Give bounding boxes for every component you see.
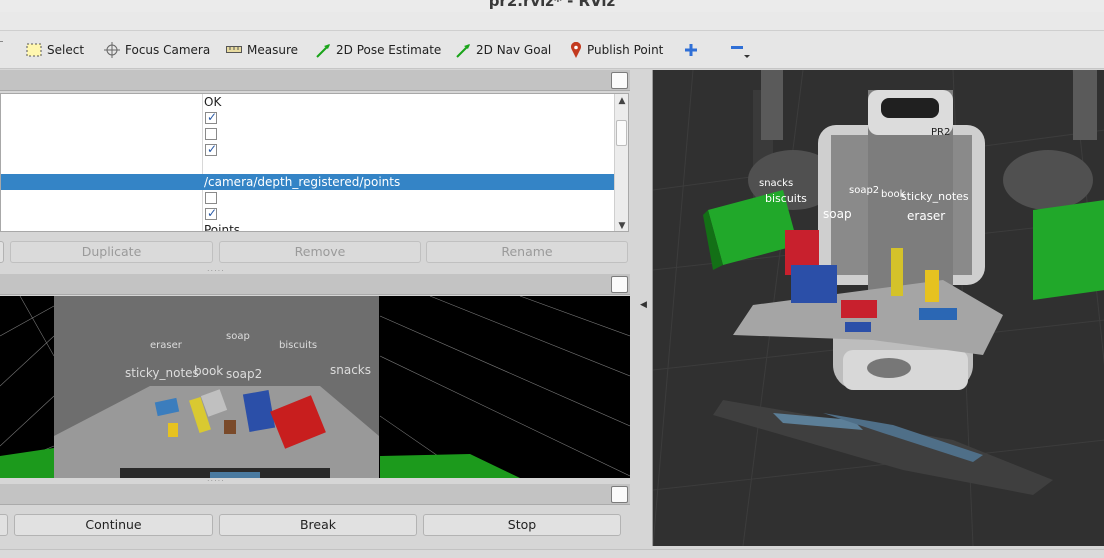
image-panel-float-button[interactable]	[611, 276, 628, 293]
option-checkbox[interactable]	[205, 192, 217, 204]
displays-panel-header	[0, 70, 630, 91]
select-tool[interactable]: Select	[26, 41, 84, 59]
tree-row[interactable]: ✓	[1, 142, 615, 158]
add-tool-button[interactable]	[684, 41, 698, 59]
tree-row[interactable]	[1, 158, 615, 174]
tools-toolbar: Select Focus Camera Measure 2D Pose Esti…	[0, 31, 1104, 69]
interact-tool-edge[interactable]	[0, 41, 3, 59]
publish-point-label: Publish Point	[587, 43, 664, 57]
map-pin-icon	[571, 41, 581, 58]
tree-scrollbar[interactable]: ▲ ▼	[614, 94, 628, 231]
tree-row[interactable]: ✓	[1, 206, 615, 222]
image-panel-header	[0, 274, 630, 295]
add-display-button[interactable]	[0, 241, 4, 263]
enabled-checkbox[interactable]: ✓	[205, 110, 218, 124]
tree-row[interactable]: OK	[1, 94, 615, 110]
select-icon	[26, 43, 42, 57]
camera-label-biscuits: biscuits	[279, 340, 317, 351]
checkmark-icon: ✓	[207, 206, 218, 220]
status-value: OK	[204, 95, 222, 109]
splitter-handle[interactable]: .....	[207, 474, 225, 483]
camera-label-sticky-notes: sticky_notes	[125, 366, 199, 380]
robot-label-pr2: PR2	[931, 127, 950, 138]
pose-estimate-label: 2D Pose Estimate	[336, 43, 442, 57]
window-title: pr2.rviz* - RViz	[488, 0, 616, 10]
tree-row[interactable]: Points	[1, 222, 615, 232]
pause-button[interactable]	[0, 514, 8, 536]
collapse-dock-arrow-icon[interactable]: ◀	[640, 300, 647, 310]
scene-label-eraser: eraser	[907, 209, 945, 223]
break-button[interactable]: Break	[219, 514, 417, 536]
plus-icon	[685, 44, 697, 56]
camera-image: eraser soap biscuits sticky_notes book s…	[0, 296, 630, 478]
tree-row-selected[interactable]: /camera/depth_registered/points	[1, 174, 615, 190]
time-panel-header	[0, 484, 630, 505]
remove-button[interactable]: Remove	[219, 241, 421, 263]
ruler-icon	[226, 46, 242, 53]
minus-icon	[731, 46, 750, 58]
scroll-down-arrow-icon[interactable]: ▼	[617, 221, 627, 231]
topic-value[interactable]: /camera/depth_registered/points	[204, 174, 400, 190]
enabled-checkbox[interactable]	[205, 128, 217, 140]
displays-panel-float-button[interactable]	[611, 72, 628, 89]
style-value: Points	[204, 223, 241, 232]
splitter-handle[interactable]: .....	[207, 264, 225, 273]
camera-image-view[interactable]: eraser soap biscuits sticky_notes book s…	[0, 296, 630, 478]
2d-nav-goal-tool[interactable]: 2D Nav Goal	[456, 41, 551, 59]
checkmark-icon: ✓	[207, 142, 218, 156]
scene-label-soap2: soap2	[849, 185, 879, 196]
publish-point-tool[interactable]: Publish Point	[570, 41, 663, 59]
status-bar	[0, 549, 1104, 558]
option-checkbox[interactable]: ✓	[205, 206, 218, 220]
scrollbar-thumb[interactable]	[616, 120, 627, 146]
scene-label-sticky-notes: sticky_notes	[901, 190, 969, 203]
stop-button[interactable]: Stop	[423, 514, 621, 536]
tree-row[interactable]: ✓	[1, 110, 615, 126]
scene-label-soap: soap	[823, 207, 852, 221]
remove-tool-button[interactable]	[730, 41, 750, 59]
nav-goal-label: 2D Nav Goal	[476, 43, 552, 57]
focus-camera-icon	[104, 42, 120, 58]
measure-label: Measure	[247, 43, 298, 57]
tree-row[interactable]	[1, 126, 615, 142]
measure-tool[interactable]: Measure	[226, 41, 298, 59]
nav-goal-arrow-icon	[456, 43, 470, 58]
window-titlebar: pr2.rviz* - RViz	[0, 0, 1104, 12]
camera-label-eraser: eraser	[150, 340, 183, 351]
camera-label-book: book	[194, 364, 223, 378]
select-tool-label: Select	[47, 43, 85, 57]
menu-bar	[0, 12, 1104, 31]
pose-arrow-icon	[316, 43, 330, 58]
time-panel-float-button[interactable]	[611, 486, 628, 503]
scene-label-biscuits: biscuits	[765, 192, 807, 205]
displays-tree: OK ✓ ✓ /camera/depth_registered/points ✓…	[0, 93, 629, 232]
3d-scene: PR2 snacks biscuits soap soap2 book stic…	[653, 70, 1104, 546]
camera-label-soap: soap	[226, 331, 250, 342]
duplicate-button[interactable]: Duplicate	[10, 241, 213, 263]
enabled-checkbox[interactable]: ✓	[205, 142, 218, 156]
focus-camera-tool[interactable]: Focus Camera	[104, 41, 210, 59]
2d-pose-estimate-tool[interactable]: 2D Pose Estimate	[316, 41, 441, 59]
tree-row[interactable]	[1, 190, 615, 206]
scene-label-snacks: snacks	[759, 178, 793, 189]
rename-button[interactable]: Rename	[426, 241, 628, 263]
camera-label-snacks: snacks	[330, 363, 371, 377]
continue-button[interactable]: Continue	[14, 514, 213, 536]
left-dock: OK ✓ ✓ /camera/depth_registered/points ✓…	[0, 70, 640, 558]
scroll-up-arrow-icon[interactable]: ▲	[617, 96, 627, 106]
camera-label-soap2: soap2	[226, 367, 262, 381]
checkmark-icon: ✓	[207, 110, 218, 124]
focus-camera-label: Focus Camera	[125, 43, 211, 57]
3d-render-view[interactable]: PR2 snacks biscuits soap soap2 book stic…	[652, 70, 1104, 546]
